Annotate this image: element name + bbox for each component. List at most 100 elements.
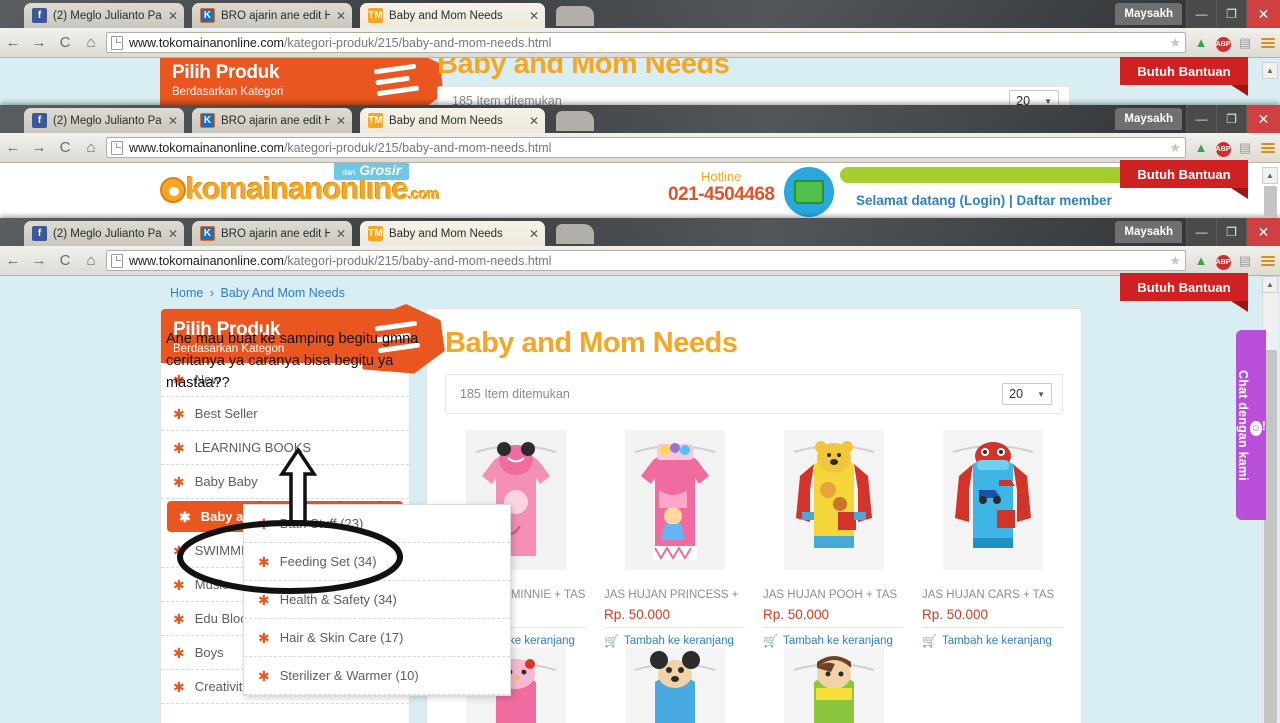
add-to-cart-button[interactable]: 🛒 Tambah ke keranjang <box>922 634 1063 648</box>
reload-icon[interactable]: C <box>52 34 78 51</box>
google-drive-icon[interactable]: ▲ <box>1190 140 1212 155</box>
tab-kaskus[interactable]: K BRO ajarin ane edit HTML ✕ <box>192 108 352 133</box>
subcategory-item-health-safety[interactable]: ✱ Health & Safety (34) <box>244 581 510 619</box>
address-bar[interactable]: www.tokomainanonline.com/kategori-produk… <box>106 32 1186 53</box>
product-card[interactable] <box>763 648 904 723</box>
subcategory-item-bath-stuff[interactable]: ✱ Bath Stuff (23) <box>244 505 510 543</box>
forward-icon[interactable]: → <box>26 34 52 51</box>
page-scrollbar-thumb[interactable] <box>1264 186 1277 218</box>
user-chip[interactable]: Maysakh <box>1115 221 1182 243</box>
product-thumbnail[interactable] <box>604 430 745 580</box>
add-to-cart-button[interactable]: 🛒 Tambah ke keranjang <box>604 634 745 648</box>
office-icon[interactable]: ▤ <box>1234 140 1256 156</box>
bookmark-star-icon[interactable]: ★ <box>1169 253 1181 269</box>
product-thumbnail[interactable] <box>763 648 904 723</box>
sidebar-item-baby-baby[interactable]: ✱ Baby Baby <box>161 465 409 499</box>
product-card[interactable]: JAS HUJAN POOH + TAS Rp. 50.000 🛒 Tambah… <box>763 430 904 648</box>
welcome-login-links[interactable]: Selamat datang (Login) | Daftar member <box>856 193 1112 208</box>
tab-facebook[interactable]: f (2) Meglo Julianto Palump ✕ <box>24 221 184 246</box>
chat-widget[interactable]: Chat dengan kami ☺ ! <box>1236 330 1266 520</box>
sidebar-item-new[interactable]: ✱ New <box>161 363 409 397</box>
close-icon[interactable]: ✕ <box>529 10 539 22</box>
forward-icon[interactable]: → <box>26 252 52 269</box>
close-window-button[interactable]: ✕ <box>1246 0 1280 28</box>
subcategory-item-sterilizer-warmer[interactable]: ✱ Sterilizer & Warmer (10) <box>244 657 510 695</box>
close-icon[interactable]: ✕ <box>336 228 346 240</box>
sidebar-item-learning-books[interactable]: ✱ LEARNING BOOKS <box>161 431 409 465</box>
breadcrumb-home[interactable]: Home <box>170 286 203 300</box>
forward-icon[interactable]: → <box>26 139 52 156</box>
product-thumbnail[interactable] <box>604 648 745 723</box>
minimize-button[interactable]: — <box>1186 0 1216 28</box>
reload-icon[interactable]: C <box>52 252 78 269</box>
tab-baby-and-mom-needs[interactable]: TM Baby and Mom Needs ✕ <box>360 108 545 133</box>
user-chip[interactable]: Maysakh <box>1115 108 1182 130</box>
hamburger-menu-icon[interactable] <box>1256 37 1280 48</box>
tab-facebook[interactable]: f (2) Meglo Julianto Palump ✕ <box>24 108 184 133</box>
maximize-button[interactable]: ❐ <box>1216 218 1246 246</box>
home-icon[interactable]: ⌂ <box>78 252 104 269</box>
address-bar[interactable]: www.tokomainanonline.com/kategori-produk… <box>106 137 1186 158</box>
close-icon[interactable]: ✕ <box>529 228 539 240</box>
scroll-up-arrow-icon[interactable]: ▲ <box>1262 276 1278 293</box>
tab-kaskus[interactable]: K BRO ajarin ane edit HTML ✕ <box>192 221 352 246</box>
new-tab-button[interactable] <box>556 224 594 244</box>
reload-icon[interactable]: C <box>52 139 78 156</box>
maximize-button[interactable]: ❐ <box>1216 105 1246 133</box>
adblock-plus-icon[interactable]: ABP <box>1212 34 1234 52</box>
product-card[interactable]: JAS HUJAN CARS + TAS Rp. 50.000 🛒 Tambah… <box>922 430 1063 648</box>
help-tab-back[interactable]: Butuh Bantuan <box>1120 57 1248 96</box>
scroll-up-arrow-icon[interactable]: ▲ <box>1262 167 1278 184</box>
scroll-up-arrow-icon[interactable]: ▲ <box>1262 62 1278 79</box>
close-window-button[interactable]: ✕ <box>1246 105 1280 133</box>
product-card[interactable] <box>604 648 745 723</box>
close-window-button[interactable]: ✕ <box>1246 218 1280 246</box>
product-card[interactable]: JAS HUJAN PRINCESS + Rp. 50.000 🛒 Tambah… <box>604 430 745 648</box>
back-icon[interactable]: ← <box>0 139 26 156</box>
per-page-select[interactable]: 20 ▼ <box>1002 383 1052 405</box>
tab-baby-and-mom-needs[interactable]: TM Baby and Mom Needs ✕ <box>360 221 545 246</box>
product-thumbnail[interactable] <box>922 430 1063 580</box>
sidebar-item-best-seller[interactable]: ✱ Best Seller <box>161 397 409 431</box>
tab-baby-and-mom-needs[interactable]: TM Baby and Mom Needs ✕ <box>360 3 545 28</box>
new-tab-button[interactable] <box>556 111 594 131</box>
hamburger-menu-icon[interactable] <box>1256 142 1280 153</box>
home-icon[interactable]: ⌂ <box>78 34 104 51</box>
product-name[interactable]: JAS HUJAN CARS + TAS <box>922 588 1063 602</box>
close-icon[interactable]: ✕ <box>168 115 178 127</box>
adblock-plus-icon[interactable]: ABP <box>1212 252 1234 270</box>
back-icon[interactable]: ← <box>0 34 26 51</box>
new-tab-button[interactable] <box>556 6 594 26</box>
subcategory-item-feeding-set[interactable]: ✱ Feeding Set (34) <box>244 543 510 581</box>
product-thumbnail[interactable] <box>763 430 904 580</box>
address-bar[interactable]: www.tokomainanonline.com/kategori-produk… <box>106 250 1186 271</box>
product-name[interactable]: JAS HUJAN PRINCESS + <box>604 588 745 602</box>
close-icon[interactable]: ✕ <box>336 10 346 22</box>
minimize-button[interactable]: — <box>1186 218 1216 246</box>
maximize-button[interactable]: ❐ <box>1216 0 1246 28</box>
google-drive-icon[interactable]: ▲ <box>1190 35 1212 50</box>
product-name[interactable]: JAS HUJAN POOH + TAS <box>763 588 904 602</box>
help-tab-front[interactable]: Butuh Bantuan <box>1120 273 1248 312</box>
close-icon[interactable]: ✕ <box>168 10 178 22</box>
adblock-plus-icon[interactable]: ABP <box>1212 139 1234 157</box>
close-icon[interactable]: ✕ <box>529 115 539 127</box>
help-tab-middle[interactable]: Butuh Bantuan <box>1120 160 1248 199</box>
home-icon[interactable]: ⌂ <box>78 139 104 156</box>
per-page-select-back[interactable]: 20 ▼ <box>1009 90 1059 105</box>
google-drive-icon[interactable]: ▲ <box>1190 253 1212 268</box>
back-icon[interactable]: ← <box>0 252 26 269</box>
hamburger-menu-icon[interactable] <box>1256 255 1280 266</box>
minimize-button[interactable]: — <box>1186 105 1216 133</box>
user-chip[interactable]: Maysakh <box>1115 3 1182 25</box>
add-to-cart-button[interactable]: 🛒 Tambah ke keranjang <box>763 634 904 648</box>
bookmark-star-icon[interactable]: ★ <box>1169 140 1181 156</box>
office-icon[interactable]: ▤ <box>1234 253 1256 269</box>
bookmark-star-icon[interactable]: ★ <box>1169 35 1181 51</box>
tab-kaskus[interactable]: K BRO ajarin ane edit HTML ✕ <box>192 3 352 28</box>
tab-facebook[interactable]: f (2) Meglo Julianto Palump ✕ <box>24 3 184 28</box>
cart-circle-icon[interactable] <box>780 163 838 218</box>
subcategory-item-hair-skin-care[interactable]: ✱ Hair & Skin Care (17) <box>244 619 510 657</box>
office-icon[interactable]: ▤ <box>1234 35 1256 51</box>
close-icon[interactable]: ✕ <box>336 115 346 127</box>
